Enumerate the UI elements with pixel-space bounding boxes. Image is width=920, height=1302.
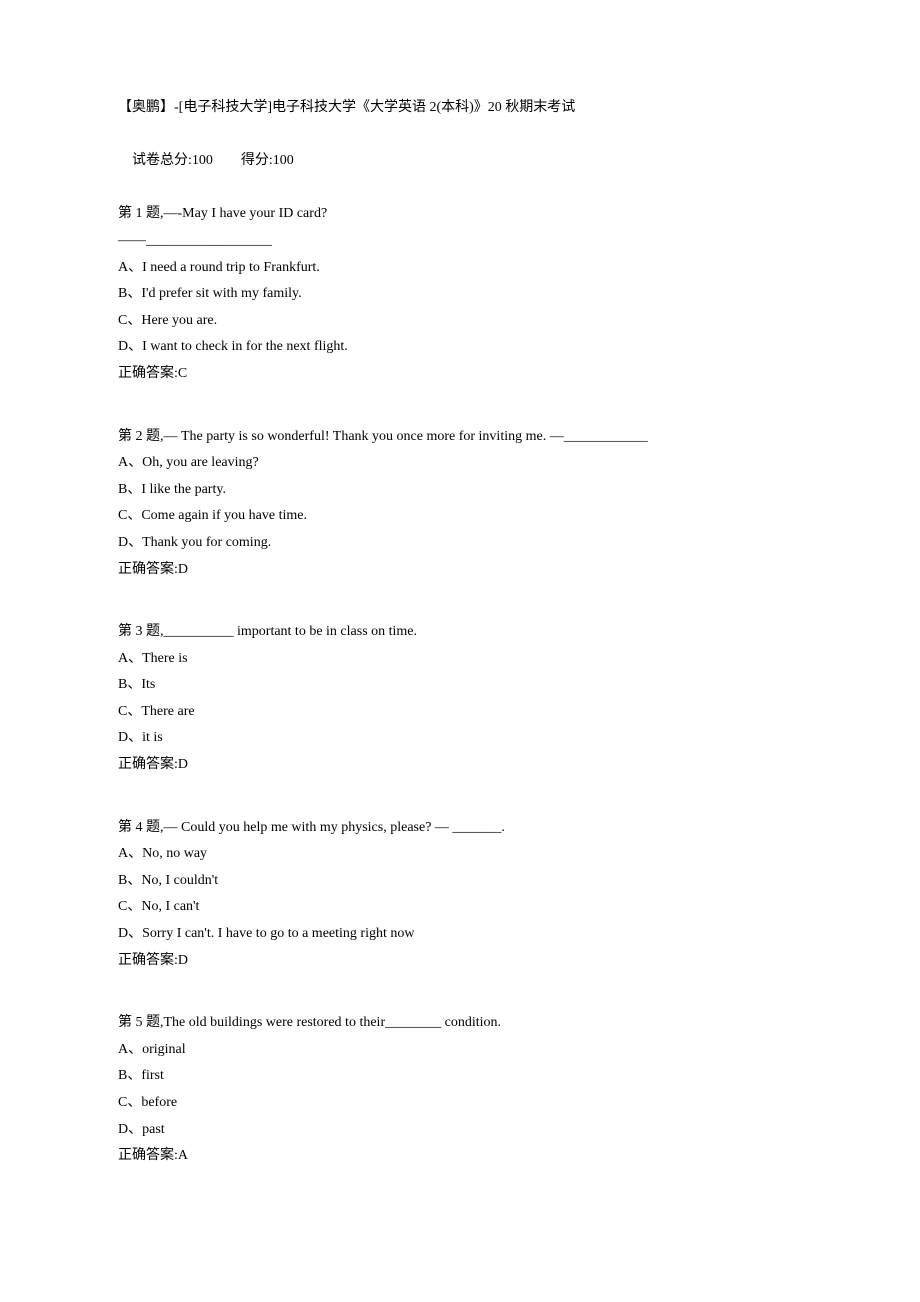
- question-answer: 正确答案:D: [118, 948, 802, 975]
- score-obtained: 100: [273, 153, 294, 168]
- question-option: A、No, no way: [118, 841, 802, 868]
- document-title: 【奥鹏】-[电子科技大学]电子科技大学《大学英语 2(本科)》20 秋期末考试: [118, 95, 802, 122]
- question-option: B、I'd prefer sit with my family.: [118, 281, 802, 308]
- score-line: 试卷总分:100得分:100: [118, 122, 802, 202]
- question-option: A、I need a round trip to Frankfurt.: [118, 255, 802, 282]
- question-4: 第 4 题,— Could you help me with my physic…: [118, 815, 802, 975]
- question-prompt-line: 第 1 题,—-May I have your ID card?: [118, 201, 802, 228]
- score-total: 100: [192, 153, 213, 168]
- question-option: D、Thank you for coming.: [118, 530, 802, 557]
- question-answer: 正确答案:D: [118, 752, 802, 779]
- question-3: 第 3 题,__________ important to be in clas…: [118, 619, 802, 779]
- question-option: D、past: [118, 1117, 802, 1144]
- question-prompt-line: 第 3 题,__________ important to be in clas…: [118, 619, 802, 646]
- question-option: C、There are: [118, 699, 802, 726]
- question-option: D、Sorry I can't. I have to go to a meeti…: [118, 921, 802, 948]
- question-prompt-line: ——__________________: [118, 228, 802, 255]
- question-answer: 正确答案:A: [118, 1143, 802, 1170]
- question-option: C、No, I can't: [118, 894, 802, 921]
- question-prompt-line: 第 2 题,— The party is so wonderful! Thank…: [118, 424, 802, 451]
- question-5: 第 5 题,The old buildings were restored to…: [118, 1010, 802, 1170]
- question-1: 第 1 题,—-May I have your ID card? ——_____…: [118, 201, 802, 387]
- question-2: 第 2 题,— The party is so wonderful! Thank…: [118, 424, 802, 584]
- question-option: A、Oh, you are leaving?: [118, 450, 802, 477]
- question-option: C、before: [118, 1090, 802, 1117]
- score-mid: 得分:: [241, 153, 273, 168]
- question-option: B、No, I couldn't: [118, 868, 802, 895]
- question-answer: 正确答案:C: [118, 361, 802, 388]
- question-option: D、I want to check in for the next flight…: [118, 334, 802, 361]
- question-option: D、it is: [118, 725, 802, 752]
- question-option: C、Here you are.: [118, 308, 802, 335]
- document-page: 【奥鹏】-[电子科技大学]电子科技大学《大学英语 2(本科)》20 秋期末考试 …: [0, 0, 920, 1302]
- question-answer: 正确答案:D: [118, 557, 802, 584]
- question-option: A、original: [118, 1037, 802, 1064]
- question-option: B、first: [118, 1063, 802, 1090]
- score-prefix: 试卷总分:: [132, 153, 192, 168]
- question-option: B、Its: [118, 672, 802, 699]
- question-prompt-line: 第 4 题,— Could you help me with my physic…: [118, 815, 802, 842]
- question-option: B、I like the party.: [118, 477, 802, 504]
- question-option: A、There is: [118, 646, 802, 673]
- question-prompt-line: 第 5 题,The old buildings were restored to…: [118, 1010, 802, 1037]
- question-option: C、Come again if you have time.: [118, 503, 802, 530]
